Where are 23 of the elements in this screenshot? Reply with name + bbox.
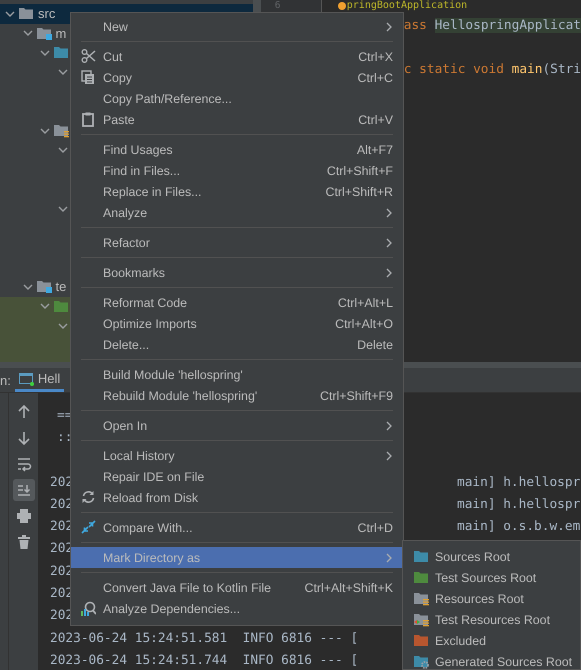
console-text: :: [56,430,74,445]
code-line: pringBootApplication [346,0,468,11]
shortcut-label: Ctrl+Alt+L [338,296,393,310]
shortcut-label: Alt+F7 [356,142,393,156]
tree-label: te [56,279,66,294]
shortcut-label: Ctrl+D [358,520,393,534]
shortcut-label: Ctrl+Alt+O [335,316,393,330]
panel-label: n: [0,372,12,388]
shortcut-label: Ctrl+Shift+F [326,164,393,178]
code-line: c static void main(Stri [404,62,581,76]
tree-label: m [56,26,66,41]
shortcut-label: Ctrl+Shift+R [326,184,393,198]
shortcut-label: Ctrl+X [358,50,393,64]
shortcut-label: Ctrl+Shift+F9 [320,388,393,402]
tree-label: src [38,6,56,22]
shortcut-label: Ctrl+Alt+Shift+K [304,580,393,594]
console-text: main] h.hellospr [457,496,580,512]
code-line: ass HellospringApplicat [404,18,581,32]
console-text: main] o.s.b.w.em [457,519,580,534]
console-text: main] h.hellospr [457,474,580,490]
shortcut-label: Ctrl+C [358,70,393,84]
shortcut-label: Ctrl+V [358,112,393,126]
shortcut-label: Delete [357,338,393,352]
